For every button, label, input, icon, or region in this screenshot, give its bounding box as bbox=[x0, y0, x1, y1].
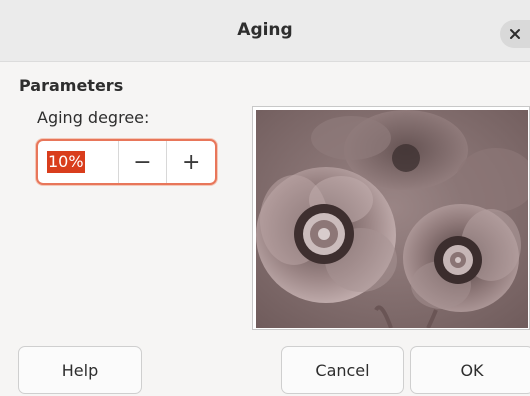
dialog-title: Aging bbox=[237, 20, 293, 40]
poppy-preview-image bbox=[256, 110, 528, 328]
cancel-button[interactable]: Cancel bbox=[281, 346, 404, 394]
help-button[interactable]: Help bbox=[18, 346, 142, 394]
ok-button[interactable]: OK bbox=[410, 346, 530, 394]
aging-degree-value: 10% bbox=[47, 151, 85, 173]
aging-dialog: Aging Parameters Aging degree: 10% − + H… bbox=[0, 0, 530, 396]
decrement-button[interactable]: − bbox=[117, 141, 167, 183]
aging-degree-input[interactable]: 10% bbox=[38, 141, 118, 183]
close-icon bbox=[510, 29, 520, 39]
preview-frame bbox=[252, 106, 530, 330]
aging-degree-spinbox[interactable]: 10% − + bbox=[36, 139, 217, 185]
close-button[interactable] bbox=[500, 20, 530, 48]
aging-degree-label: Aging degree: bbox=[37, 108, 150, 127]
increment-button[interactable]: + bbox=[166, 141, 215, 183]
parameters-heading: Parameters bbox=[19, 76, 124, 95]
title-bar: Aging bbox=[0, 0, 530, 62]
